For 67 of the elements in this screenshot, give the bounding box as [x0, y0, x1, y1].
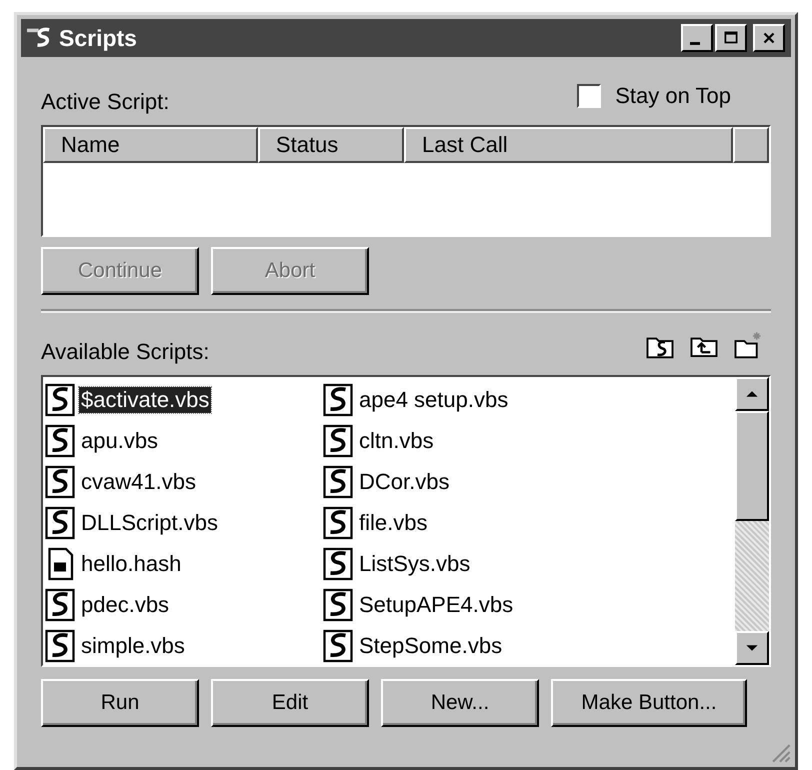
scroll-down-button[interactable] — [735, 631, 769, 665]
script-file-icon — [323, 506, 353, 540]
script-item[interactable]: DLLScript.vbs — [43, 502, 321, 543]
script-item[interactable]: cvaw41.vbs — [43, 461, 321, 502]
script-item[interactable]: file.vbs — [321, 502, 599, 543]
script-file-icon — [323, 464, 353, 498]
script-item[interactable]: $activate.vbs — [43, 379, 321, 420]
column-header[interactable]: Last Call — [404, 127, 733, 163]
script-file-icon — [323, 546, 353, 580]
new-button[interactable]: New... — [381, 679, 539, 727]
maximize-icon — [722, 30, 740, 46]
scrollbar[interactable] — [735, 377, 769, 665]
script-file-icon — [45, 628, 75, 662]
edit-button[interactable]: Edit — [211, 679, 369, 727]
script-file-icon — [323, 424, 353, 458]
minimize-button[interactable] — [681, 24, 713, 52]
script-file-icon — [323, 382, 353, 416]
window-title: Scripts — [59, 24, 138, 52]
file-name: file.vbs — [358, 510, 428, 536]
script-item[interactable]: pdec.vbs — [43, 584, 321, 625]
script-file-icon — [45, 506, 75, 540]
section-label: Active Script: — [41, 89, 170, 115]
script-file-icon — [45, 424, 75, 458]
column-header[interactable]: Status — [258, 127, 404, 163]
make-button[interactable]: Make Button... — [551, 679, 747, 727]
close-button[interactable] — [753, 24, 785, 52]
script-item[interactable]: simple.vbs — [43, 625, 321, 666]
checkbox[interactable] — [577, 84, 602, 108]
file-name: DLLScript.vbs — [80, 510, 219, 536]
file-name: apu.vbs — [80, 428, 160, 454]
script-item[interactable]: apu.vbs — [43, 420, 321, 461]
file-name: SetupAPE4.vbs — [358, 592, 514, 618]
column-header-blank — [733, 127, 769, 163]
new-folder-icon[interactable] — [733, 331, 763, 361]
active-script-list[interactable]: Name Status Last Call — [41, 125, 771, 237]
run-button[interactable]: Run — [41, 679, 199, 727]
script-item[interactable]: DCor.vbs — [321, 461, 599, 502]
file-name: ListSys.vbs — [358, 550, 472, 576]
script-item[interactable]: cltn.vbs — [321, 420, 599, 461]
file-name: cvaw41.vbs — [80, 468, 197, 494]
file-name: cltn.vbs — [358, 428, 435, 454]
script-file-icon — [323, 628, 353, 662]
scroll-up-button[interactable] — [735, 377, 769, 411]
script-file-icon — [45, 382, 75, 416]
script-list[interactable]: $activate.vbs apu.vbs cvaw41.vbs DLLScript.vbs hello.hash pdec.vbs simple.vbs ape4 setup.vbs cltn.vbs DCor.vbs file.vbs ListSys.vbs SetupAPE4.vbs StepSome.vbs — [41, 375, 771, 667]
script-item[interactable]: ListSys.vbs — [321, 543, 599, 584]
minimize-icon — [690, 42, 700, 44]
file-name: ape4 setup.vbs — [358, 386, 510, 412]
file-name: DCor.vbs — [358, 468, 450, 494]
script-item[interactable]: StepSome.vbs — [321, 625, 599, 666]
script-item[interactable]: hello.hash — [43, 543, 321, 584]
column-header[interactable]: Name — [43, 127, 258, 163]
scroll-thumb[interactable] — [735, 411, 769, 521]
file-name: pdec.vbs — [80, 592, 170, 618]
file-name: StepSome.vbs — [358, 632, 504, 658]
script-item[interactable]: SetupAPE4.vbs — [321, 584, 599, 625]
script-file-icon — [323, 588, 353, 622]
file-name: $activate.vbs — [79, 386, 212, 412]
script-file-icon — [45, 588, 75, 622]
section-label: Available Scripts: — [41, 339, 210, 365]
script-file-icon — [45, 464, 75, 498]
checkbox-label: Stay on Top — [615, 83, 731, 109]
file-name: simple.vbs — [80, 632, 186, 658]
file-name: hello.hash — [80, 550, 182, 576]
maximize-button[interactable] — [715, 24, 747, 52]
stay-on-top-checkbox[interactable]: Stay on Top — [577, 83, 731, 109]
script-item[interactable]: ape4 setup.vbs — [321, 379, 599, 420]
